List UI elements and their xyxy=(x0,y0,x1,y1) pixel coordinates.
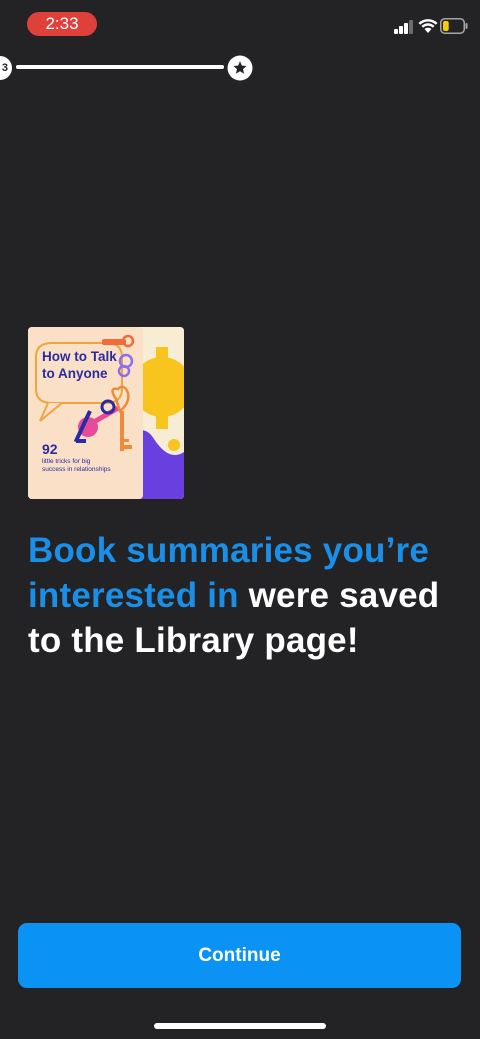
book-cover-front: How to Talk to Anyone 92 little tricks f… xyxy=(28,327,143,499)
book-subtitle: little tricks for big success in relatio… xyxy=(42,458,111,473)
headline: Book summaries you’re interested in were… xyxy=(28,528,468,663)
status-time: 2:33 xyxy=(27,12,97,36)
book-number: 92 xyxy=(42,441,58,457)
book-covers: S LY VE E ons ange xyxy=(28,327,184,499)
screen: 2:33 3 How to Talk to Anyone 92 little t… xyxy=(0,0,480,1039)
star-icon xyxy=(227,55,253,81)
status-icons xyxy=(394,18,468,38)
progress-start-marker: 3 xyxy=(0,56,12,80)
continue-button[interactable]: Continue xyxy=(18,923,461,988)
home-indicator[interactable] xyxy=(154,1023,326,1029)
battery-low-icon xyxy=(440,18,468,34)
cellular-signal-icon xyxy=(394,18,416,34)
book-title: How to Talk to Anyone xyxy=(42,349,117,381)
progress-bar xyxy=(16,65,224,69)
wifi-icon xyxy=(418,19,438,33)
